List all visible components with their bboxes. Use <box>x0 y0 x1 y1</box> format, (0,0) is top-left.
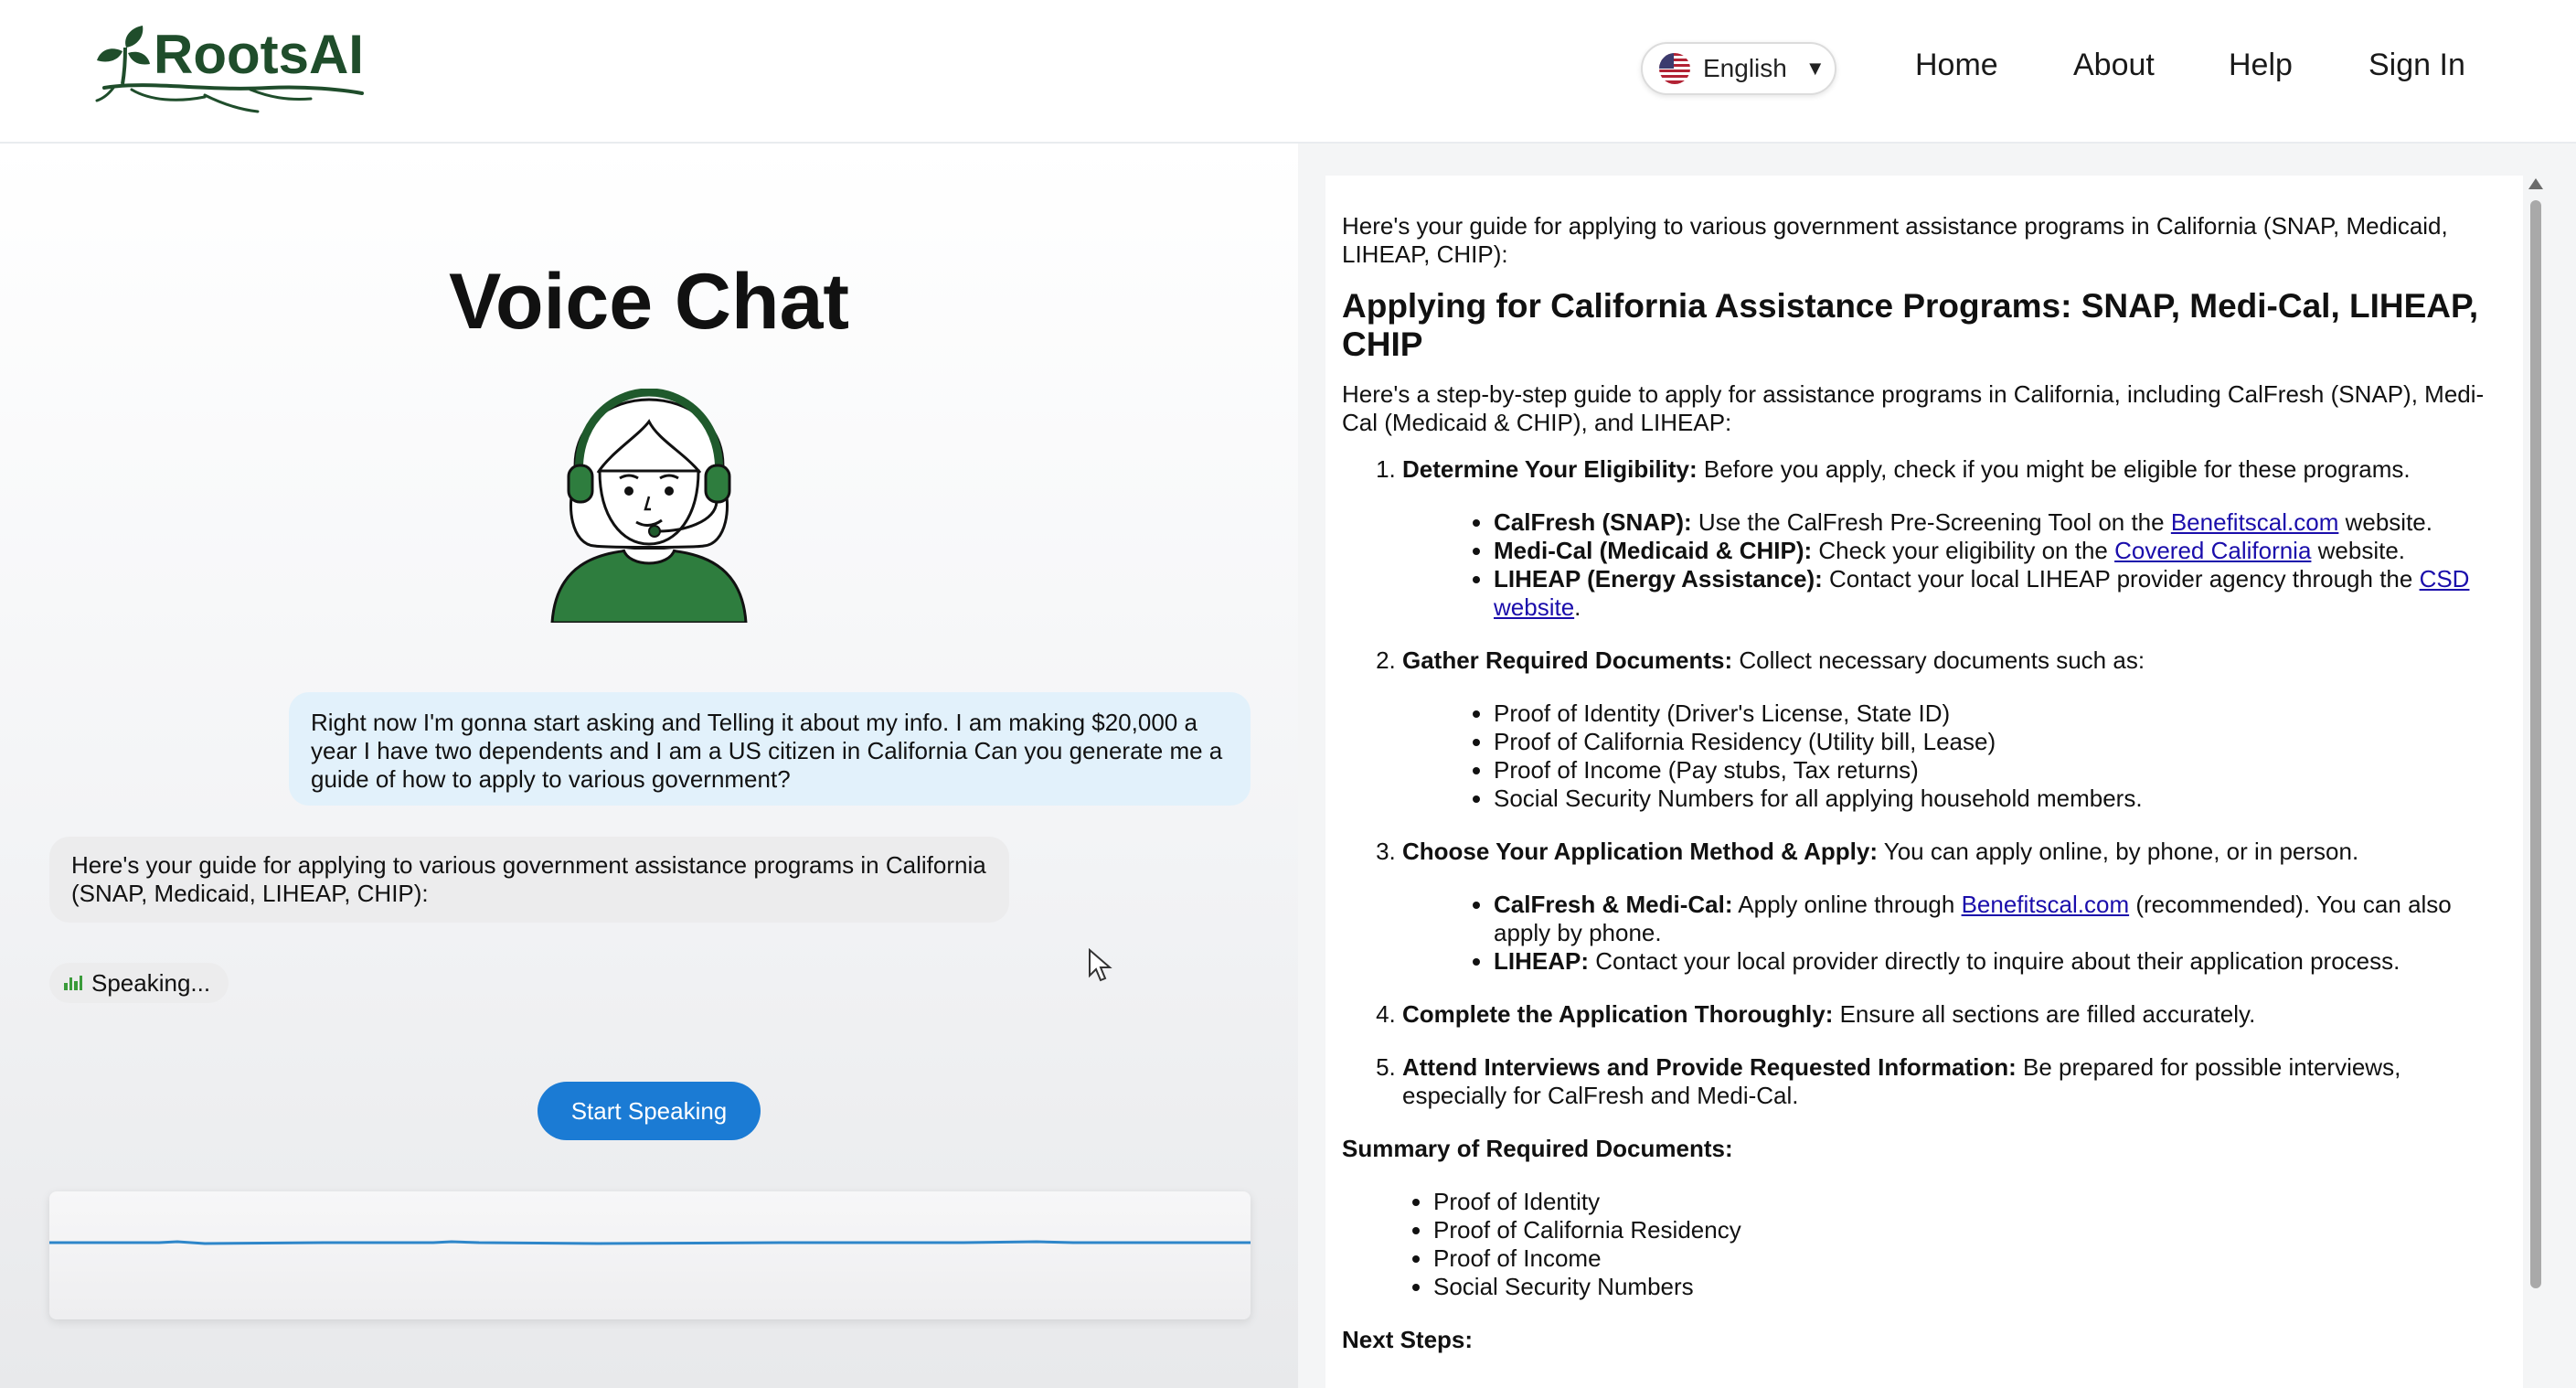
assistant-avatar <box>547 388 751 625</box>
item-text: . <box>1574 593 1581 621</box>
apply-methods-list: CalFresh & Medi-Cal: Apply online throug… <box>1402 891 2508 976</box>
language-label: English <box>1703 54 1787 82</box>
list-item: Proof of California Residency <box>1433 1216 2508 1244</box>
list-item: Proof of Income <box>1433 1244 2508 1273</box>
step-title: Determine Your Eligibility: <box>1402 455 1698 483</box>
brand-name: RootsAI <box>154 24 364 85</box>
item-text: website. <box>2338 508 2432 536</box>
item-label: Medi-Cal (Medicaid & CHIP): <box>1494 537 1813 564</box>
list-item: LIHEAP (Energy Assistance): Contact your… <box>1494 565 2508 622</box>
next-steps-heading: Next Steps: <box>1342 1326 1474 1353</box>
step-item: Attend Interviews and Provide Requested … <box>1402 1053 2508 1110</box>
summary-list: Proof of Identity Proof of California Re… <box>1342 1188 2508 1301</box>
nav-about[interactable]: About <box>2073 49 2155 80</box>
nav-help[interactable]: Help <box>2229 49 2293 80</box>
list-item: Proof of Identity (Driver's License, Sta… <box>1494 699 2508 728</box>
summary-heading: Summary of Required Documents: <box>1342 1135 1733 1162</box>
headset-agent-icon <box>550 388 748 625</box>
step-title: Gather Required Documents: <box>1402 646 1733 674</box>
nav-sign-in[interactable]: Sign In <box>2368 49 2465 80</box>
item-text: Use the CalFresh Pre-Screening Tool on t… <box>1691 508 2171 536</box>
guide-heading: Applying for California Assistance Progr… <box>1342 287 2479 363</box>
list-item: Social Security Numbers for all applying… <box>1494 785 2508 813</box>
covered-california-link[interactable]: Covered California <box>2114 537 2311 564</box>
documents-list: Proof of Identity (Driver's License, Sta… <box>1402 699 2508 813</box>
list-item: Proof of Identity <box>1433 1188 2508 1216</box>
list-item: Social Security Numbers <box>1433 1273 2508 1301</box>
list-item: CalFresh & Medi-Cal: Apply online throug… <box>1494 891 2508 947</box>
guide-panel: Here's your guide for applying to variou… <box>1298 144 2576 1388</box>
audio-bars-icon <box>64 976 82 990</box>
language-selector[interactable]: English ▼ <box>1641 42 1836 95</box>
list-item: LIHEAP: Contact your local provider dire… <box>1494 947 2508 976</box>
item-label: LIHEAP (Energy Assistance): <box>1494 565 1823 593</box>
scroll-up-arrow-icon[interactable] <box>2528 178 2543 189</box>
item-text: Apply online through <box>1732 891 1962 918</box>
benefitscal-link[interactable]: Benefitscal.com <box>2171 508 2339 536</box>
audio-waveform <box>49 1191 1251 1319</box>
step-item: Gather Required Documents: Collect neces… <box>1402 646 2508 813</box>
step-title: Complete the Application Thoroughly: <box>1402 1000 1834 1028</box>
list-item: Medi-Cal (Medicaid & CHIP): Check your e… <box>1494 537 2508 565</box>
step-text: Before you apply, check if you might be … <box>1697 455 2411 483</box>
item-text: Check your eligibility on the <box>1812 537 2115 564</box>
step-title: Choose Your Application Method & Apply: <box>1402 838 1878 865</box>
list-item: Proof of California Residency (Utility b… <box>1494 728 2508 756</box>
waveform-line <box>49 1240 1251 1245</box>
user-message-bubble: Right now I'm gonna start asking and Tel… <box>289 692 1251 806</box>
rootsai-logo[interactable]: RootsAI <box>95 24 369 119</box>
step-item: Determine Your Eligibility: Before you a… <box>1402 455 2508 622</box>
speaking-status: Speaking... <box>49 963 229 1003</box>
item-text: Contact your local LIHEAP provider agenc… <box>1822 565 2420 593</box>
item-label: LIHEAP: <box>1494 947 1589 975</box>
start-speaking-button[interactable]: Start Speaking <box>538 1082 761 1140</box>
benefitscal-link[interactable]: Benefitscal.com <box>1962 891 2130 918</box>
guide-intro: Here's your guide for applying to variou… <box>1342 212 2448 268</box>
step-title: Attend Interviews and Provide Requested … <box>1402 1053 2017 1081</box>
voice-chat-panel: Voice Chat Right now I'm gonna start ask… <box>0 144 1298 1388</box>
guide-lead: Here's a step-by-step guide to apply for… <box>1342 380 2485 436</box>
page-title: Voice Chat <box>448 258 850 346</box>
item-text: Contact your local provider directly to … <box>1589 947 2400 975</box>
assistant-message-bubble: Here's your guide for applying to variou… <box>49 837 1009 923</box>
step-text: Ensure all sections are filled accuratel… <box>1833 1000 2256 1028</box>
mouse-cursor-icon <box>1089 948 1112 982</box>
item-label: CalFresh (SNAP): <box>1494 508 1692 536</box>
item-label: CalFresh & Medi-Cal: <box>1494 891 1733 918</box>
step-item: Choose Your Application Method & Apply: … <box>1402 838 2508 976</box>
list-item: Proof of Income (Pay stubs, Tax returns) <box>1494 756 2508 785</box>
speaking-status-label: Speaking... <box>91 968 211 997</box>
step-item: Complete the Application Thoroughly: Ens… <box>1402 1000 2508 1029</box>
step-text: Collect necessary documents such as: <box>1732 646 2145 674</box>
scrollbar-thumb[interactable] <box>2530 200 2541 1288</box>
guide-content[interactable]: Here's your guide for applying to variou… <box>1325 176 2523 1388</box>
list-item: CalFresh (SNAP): Use the CalFresh Pre-Sc… <box>1494 508 2508 537</box>
item-text: website. <box>2311 537 2406 564</box>
eligibility-list: CalFresh (SNAP): Use the CalFresh Pre-Sc… <box>1402 508 2508 622</box>
us-flag-icon <box>1659 53 1690 84</box>
caret-down-icon: ▼ <box>1804 57 1826 80</box>
step-text: You can apply online, by phone, or in pe… <box>1878 838 2359 865</box>
top-header: RootsAI English ▼ Home About Help Sign I… <box>0 0 2576 144</box>
steps-list: Determine Your Eligibility: Before you a… <box>1342 455 2508 1110</box>
nav-home[interactable]: Home <box>1915 49 1998 80</box>
